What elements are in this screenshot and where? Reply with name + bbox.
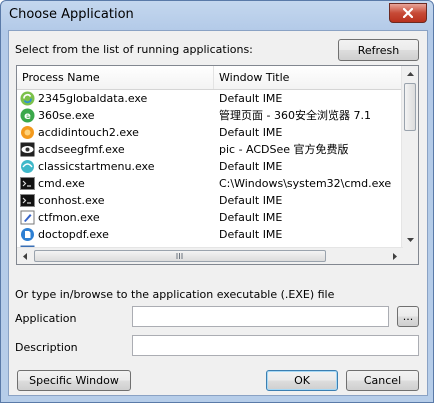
svg-text:e: e bbox=[24, 111, 31, 122]
orange-circle-icon bbox=[20, 125, 35, 140]
chevron-right-icon bbox=[393, 252, 397, 260]
column-process-name-label: Process Name bbox=[22, 71, 100, 84]
specific-window-button[interactable]: Specific Window bbox=[17, 370, 131, 391]
window-title: Choose Application bbox=[9, 7, 134, 22]
refresh-button[interactable]: Refresh bbox=[338, 39, 419, 61]
window-title-cell: C:\Windows\system32\cmd.exe bbox=[219, 177, 392, 190]
shell-icon bbox=[20, 159, 35, 174]
table-row[interactable]: acdseegfmf.exe pic - ACDSee 官方免费版 bbox=[17, 141, 403, 158]
process-name-cell: 2345globaldata.exe bbox=[38, 92, 148, 105]
dialog-body: Select from the list of running applicat… bbox=[8, 30, 428, 396]
vertical-scroll-thumb[interactable] bbox=[404, 83, 416, 131]
process-name-cell: doctopdf.exe bbox=[38, 228, 109, 241]
table-row[interactable]: conhost.exe Default IME bbox=[17, 192, 403, 209]
process-name-cell: cmd.exe bbox=[38, 177, 85, 190]
window-title-cell: pic - ACDSee 官方免费版 bbox=[219, 143, 349, 156]
browser-e-icon: e bbox=[20, 108, 35, 123]
console-icon bbox=[20, 176, 35, 191]
console-icon bbox=[20, 193, 35, 208]
table-row[interactable]: acdidintouch2.exe Default IME bbox=[17, 124, 403, 141]
application-input[interactable] bbox=[132, 306, 389, 327]
process-name-cell: ctfmon.exe bbox=[38, 211, 100, 224]
column-window-title-label: Window Title bbox=[219, 71, 290, 84]
eye-icon bbox=[20, 142, 35, 157]
vertical-scrollbar[interactable] bbox=[401, 66, 418, 248]
browse-prompt: Or type in/browse to the application exe… bbox=[15, 288, 335, 301]
ok-button[interactable]: OK bbox=[266, 370, 338, 391]
cancel-button[interactable]: Cancel bbox=[346, 370, 419, 391]
application-label: Application bbox=[15, 312, 77, 325]
scrollbar-corner bbox=[402, 248, 418, 264]
pen-icon bbox=[20, 210, 35, 225]
refresh-arrows-icon bbox=[20, 91, 35, 106]
scroll-left-arrow[interactable] bbox=[17, 248, 33, 264]
table-row[interactable]: 2345globaldata.exe Default IME bbox=[17, 90, 403, 107]
description-input[interactable] bbox=[132, 335, 419, 356]
list-rows: 2345globaldata.exe Default IME e 360se.exe 管… bbox=[17, 90, 403, 260]
window-title-cell: Default IME bbox=[219, 228, 283, 241]
window-title-cell: Default IME bbox=[219, 92, 283, 105]
process-name-cell: acdseegfmf.exe bbox=[38, 143, 125, 156]
window-title-cell: Default IME bbox=[219, 211, 283, 224]
window-title-cell: 管理页面 - 360安全浏览器 7.1 bbox=[219, 109, 371, 122]
description-label: Description bbox=[15, 341, 78, 354]
table-row[interactable]: cmd.exe C:\Windows\system32\cmd.exe bbox=[17, 175, 403, 192]
title-bar[interactable]: Choose Application bbox=[1, 1, 433, 29]
window-title-cell: Default IME bbox=[219, 160, 283, 173]
column-process-name[interactable]: Process Name bbox=[17, 66, 214, 89]
column-window-title[interactable]: Window Title bbox=[214, 66, 403, 89]
scroll-down-arrow[interactable] bbox=[402, 232, 418, 248]
table-row[interactable]: classicstartmenu.exe Default IME bbox=[17, 158, 403, 175]
close-icon bbox=[403, 8, 413, 18]
window-title-cell: Default IME bbox=[219, 126, 283, 139]
table-row[interactable]: doctopdf.exe Default IME bbox=[17, 226, 403, 243]
process-name-cell: acdidintouch2.exe bbox=[38, 126, 139, 139]
process-name-cell: conhost.exe bbox=[38, 194, 105, 207]
choose-application-window: Choose Application Select from the list … bbox=[0, 0, 434, 403]
scroll-up-arrow[interactable] bbox=[402, 66, 418, 82]
scroll-right-arrow[interactable] bbox=[387, 248, 403, 264]
close-button[interactable] bbox=[389, 3, 427, 23]
browse-button[interactable]: ... bbox=[397, 306, 419, 327]
table-row[interactable]: ctfmon.exe Default IME bbox=[17, 209, 403, 226]
chevron-up-icon bbox=[406, 72, 414, 76]
running-applications-list[interactable]: Process Name Window Title 2345globaldata… bbox=[16, 65, 419, 265]
table-row[interactable]: e 360se.exe 管理页面 - 360安全浏览器 7.1 bbox=[17, 107, 403, 124]
window-title-cell: Default IME bbox=[219, 194, 283, 207]
process-name-cell: classicstartmenu.exe bbox=[38, 160, 155, 173]
chevron-down-icon bbox=[406, 238, 414, 242]
process-name-cell: 360se.exe bbox=[38, 109, 95, 122]
blue-circle-icon bbox=[20, 227, 35, 242]
list-header: Process Name Window Title bbox=[17, 66, 403, 90]
horizontal-scrollbar[interactable] bbox=[17, 247, 403, 264]
chevron-left-icon bbox=[23, 252, 27, 260]
list-prompt: Select from the list of running applicat… bbox=[15, 43, 253, 56]
horizontal-scroll-thumb[interactable] bbox=[34, 250, 326, 262]
grip-icon bbox=[176, 253, 183, 259]
